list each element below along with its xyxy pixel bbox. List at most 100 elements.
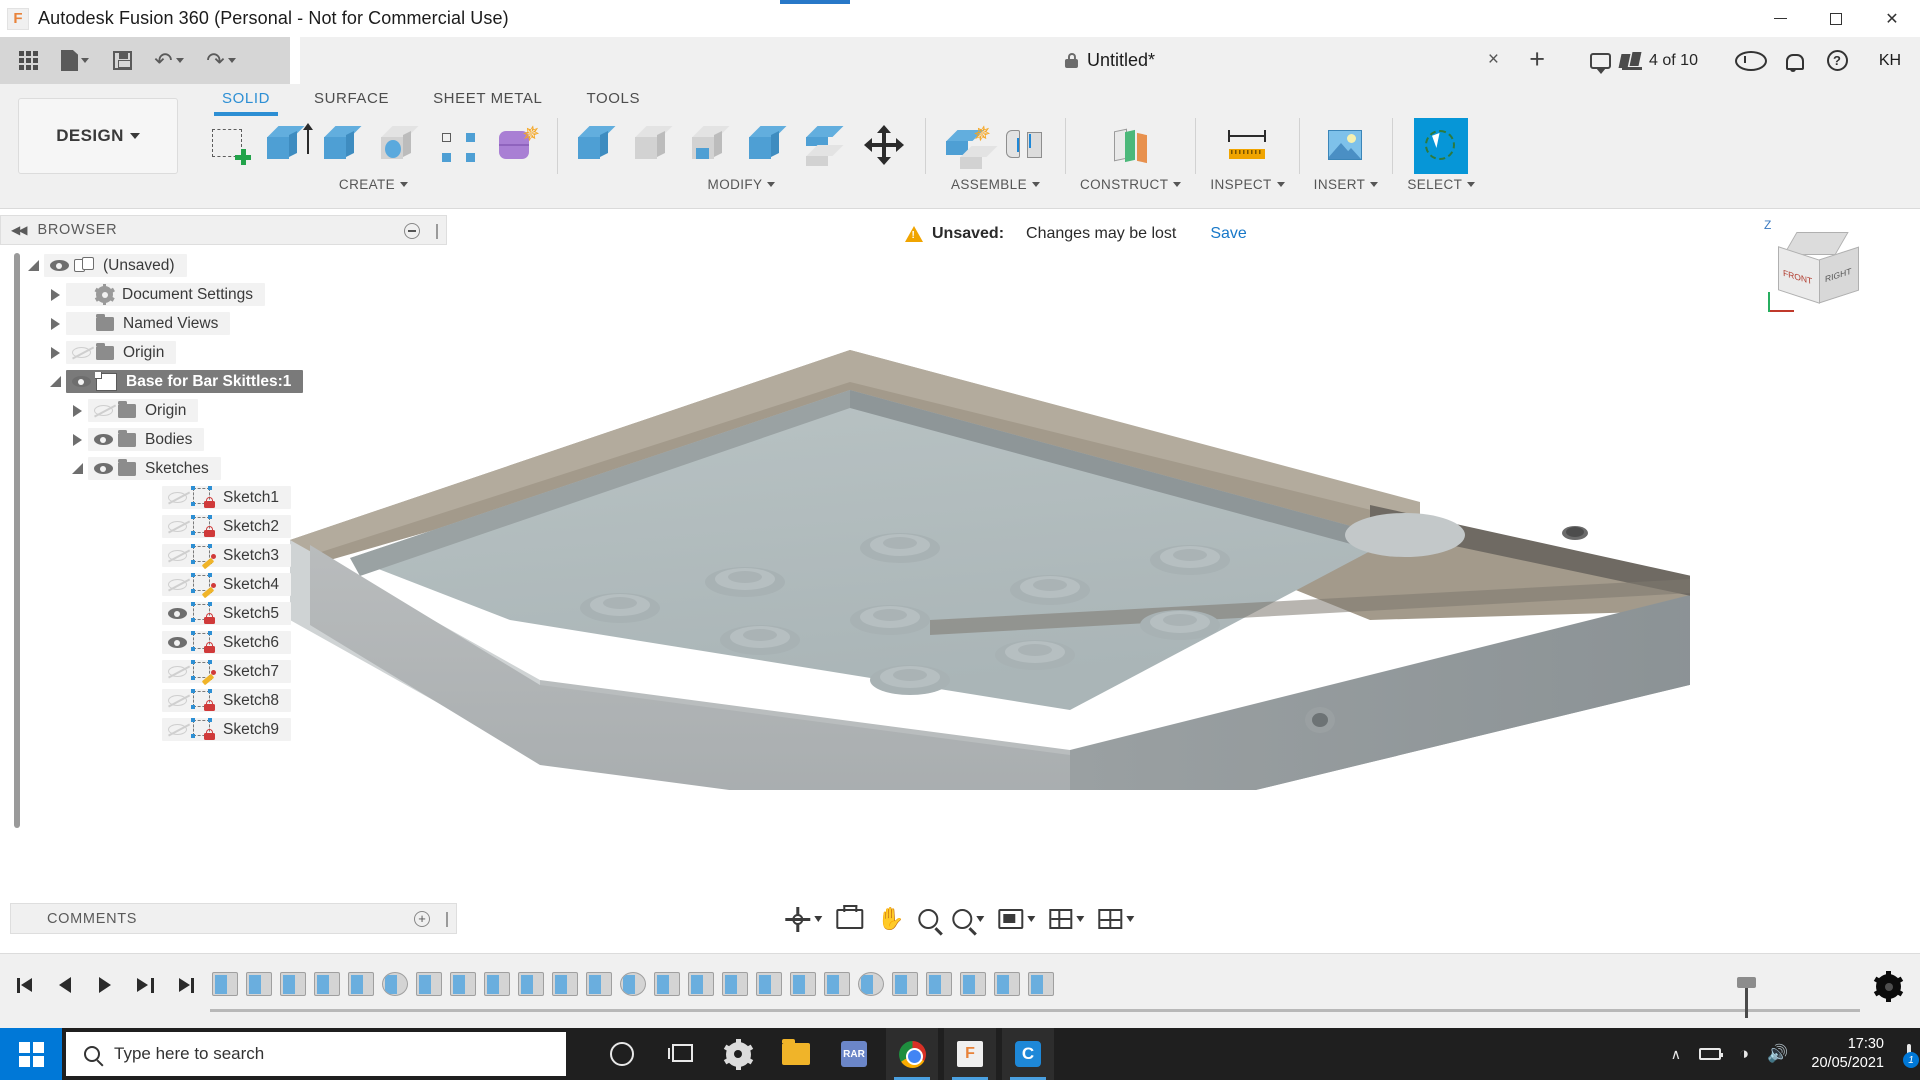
panel-inspect-label[interactable]: INSPECT: [1210, 177, 1285, 192]
revolve-button[interactable]: [318, 118, 372, 174]
tree-node[interactable]: Sketch2: [22, 512, 447, 541]
go-to-end-button[interactable]: [170, 970, 200, 1000]
tree-node[interactable]: Sketch7: [22, 657, 447, 686]
timeline-feature[interactable]: [278, 968, 308, 1000]
taskbar-file-explorer[interactable]: [770, 1028, 822, 1080]
tab-sheet-metal[interactable]: SHEET METAL: [411, 84, 564, 112]
visibility-off-icon[interactable]: [162, 695, 192, 706]
file-menu-button[interactable]: [51, 44, 99, 78]
go-to-beginning-button[interactable]: [10, 970, 40, 1000]
grid-snaps-button[interactable]: [1045, 899, 1090, 939]
play-button[interactable]: [90, 970, 120, 1000]
undo-button[interactable]: ↶: [145, 44, 193, 78]
timeline-feature[interactable]: [788, 968, 818, 1000]
taskbar-task-view[interactable]: [654, 1028, 706, 1080]
tree-node[interactable]: Base for Bar Skittles:1: [22, 367, 447, 396]
expand-arrow-icon[interactable]: [44, 376, 66, 387]
tree-node-hit[interactable]: Sketch7: [162, 660, 292, 686]
display-settings-button[interactable]: [994, 899, 1041, 939]
timeline-marker[interactable]: [1737, 977, 1756, 1018]
timeline-feature[interactable]: [482, 968, 512, 1000]
tree-node-hit[interactable]: Sketch9: [162, 718, 292, 741]
clock[interactable]: 17:30 20/05/2021: [1797, 1035, 1898, 1073]
help-button[interactable]: ?: [1816, 37, 1858, 84]
new-tab-button[interactable]: +: [1529, 46, 1545, 73]
orbit-button[interactable]: [780, 899, 827, 939]
fit-button[interactable]: [948, 899, 990, 939]
tree-node-hit[interactable]: Sketches: [88, 457, 221, 480]
panel-assemble-label[interactable]: ASSEMBLE: [951, 177, 1040, 192]
tree-node[interactable]: Sketch6: [22, 628, 447, 657]
tree-node-hit[interactable]: Sketch8: [162, 689, 292, 712]
visibility-off-icon[interactable]: [162, 521, 192, 532]
tree-node[interactable]: Sketch1: [22, 483, 447, 512]
panel-create-label[interactable]: CREATE: [339, 177, 409, 192]
tab-close-button[interactable]: ×: [1488, 50, 1499, 69]
maximize-button[interactable]: [1808, 0, 1864, 37]
timeline-feature[interactable]: [924, 968, 954, 1000]
visibility-off-icon[interactable]: [66, 347, 96, 358]
tree-node-hit[interactable]: Sketch6: [162, 631, 292, 654]
timeline-feature[interactable]: [516, 968, 546, 1000]
press-pull-button[interactable]: [572, 118, 626, 174]
tree-node-hit[interactable]: Sketch2: [162, 515, 292, 538]
search-input[interactable]: Type here to search: [66, 1032, 566, 1076]
look-at-button[interactable]: [831, 899, 868, 939]
collapse-arrow-icon[interactable]: [66, 433, 88, 446]
tray-volume[interactable]: 🔊: [1758, 1028, 1797, 1080]
model-3d-part[interactable]: [290, 290, 1690, 790]
timeline-feature[interactable]: [584, 968, 614, 1000]
select-tool-button[interactable]: [1414, 118, 1469, 174]
tree-node-hit[interactable]: Document Settings: [66, 283, 265, 306]
timeline-feature[interactable]: [822, 968, 852, 1000]
view-cube[interactable]: Z FRONT RIGHT: [1756, 218, 1876, 328]
timeline-feature[interactable]: [210, 968, 240, 1000]
measure-button[interactable]: [1221, 118, 1275, 174]
collapse-arrow-icon[interactable]: [44, 288, 66, 301]
timeline-feature[interactable]: [1026, 968, 1056, 1000]
tree-node[interactable]: Sketch9: [22, 715, 447, 744]
tree-node-hit[interactable]: Sketch3: [162, 544, 292, 570]
timeline-feature[interactable]: [414, 968, 444, 1000]
hole-button[interactable]: [375, 118, 429, 174]
viewports-button[interactable]: [1094, 899, 1140, 939]
visibility-on-icon[interactable]: [66, 376, 96, 387]
timeline-feature[interactable]: [312, 968, 342, 1000]
tree-node[interactable]: Document Settings: [22, 280, 447, 309]
extrude-button[interactable]: [261, 118, 315, 174]
tree-node[interactable]: Sketches: [22, 454, 447, 483]
visibility-on-icon[interactable]: [162, 608, 192, 619]
tree-node[interactable]: Named Views: [22, 309, 447, 338]
tree-node[interactable]: (Unsaved): [22, 251, 447, 280]
zoom-button[interactable]: [914, 899, 944, 939]
pan-button[interactable]: ✋: [872, 899, 909, 939]
tree-node-hit[interactable]: Origin: [66, 341, 177, 364]
close-button[interactable]: ✕: [1864, 0, 1920, 37]
timeline-feature[interactable]: [618, 968, 648, 1000]
tree-node-hit[interactable]: Sketch5: [162, 602, 292, 625]
create-sketch-button[interactable]: [204, 118, 258, 174]
visibility-off-icon[interactable]: [162, 579, 192, 590]
timeline-feature[interactable]: [992, 968, 1022, 1000]
expand-arrow-icon[interactable]: [22, 260, 44, 271]
tray-network[interactable]: ◑: [1730, 1028, 1758, 1080]
comments-panel[interactable]: COMMENTS +: [10, 903, 457, 934]
tree-node-hit[interactable]: Base for Bar Skittles:1: [66, 370, 304, 393]
taskbar-settings[interactable]: [712, 1028, 764, 1080]
taskbar-cortana-app[interactable]: C: [1002, 1028, 1054, 1080]
visibility-off-icon[interactable]: [162, 550, 192, 561]
joint-button[interactable]: [997, 118, 1051, 174]
tree-node[interactable]: Bodies: [22, 425, 447, 454]
timeline-feature[interactable]: [754, 968, 784, 1000]
minimize-button[interactable]: [1752, 0, 1808, 37]
jobs-status-button[interactable]: 4 of 10: [1594, 37, 1724, 84]
visibility-off-icon[interactable]: [162, 666, 192, 677]
tree-node[interactable]: Sketch3: [22, 541, 447, 570]
visibility-on-icon[interactable]: [162, 637, 192, 648]
avatar[interactable]: KH: [1866, 47, 1914, 74]
combine-button[interactable]: [743, 118, 797, 174]
visibility-off-icon[interactable]: [88, 405, 118, 416]
collapse-arrow-icon[interactable]: [66, 404, 88, 417]
timeline-feature[interactable]: [652, 968, 682, 1000]
view-cube-body[interactable]: FRONT RIGHT: [1768, 232, 1859, 312]
